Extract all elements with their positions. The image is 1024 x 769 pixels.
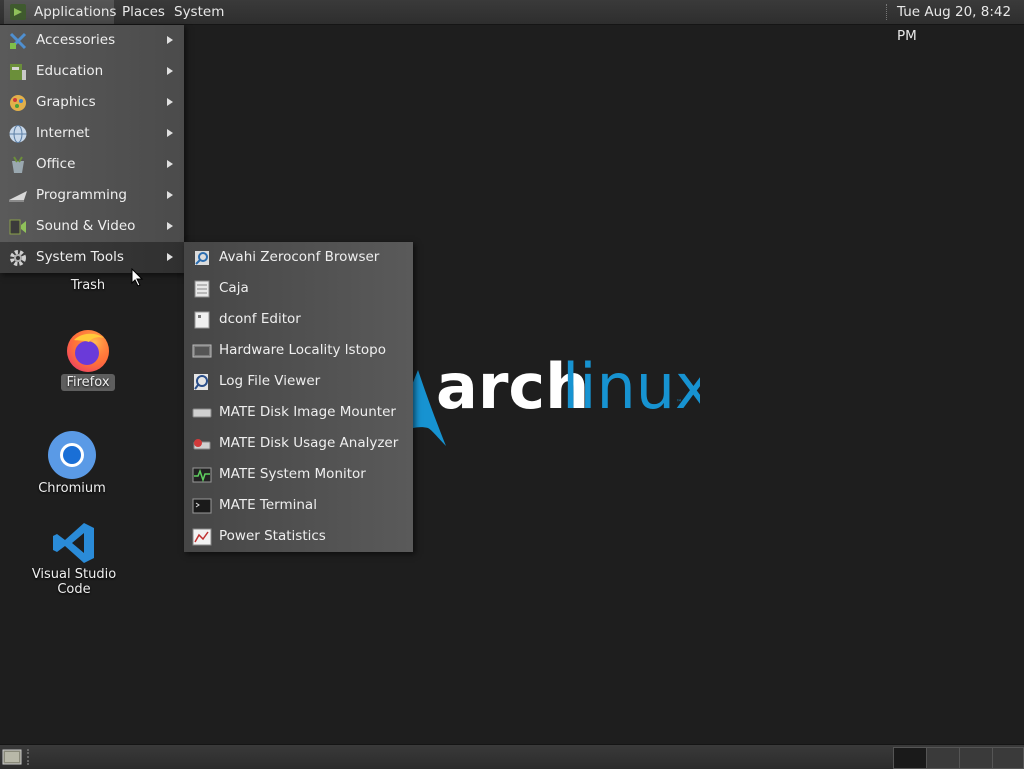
disk-mounter-icon — [192, 408, 212, 418]
menu-item-label: Office — [36, 156, 76, 172]
submenu-item-label: MATE Disk Image Mounter — [219, 404, 396, 420]
log-viewer-icon — [194, 374, 208, 390]
menu-item-sound-video[interactable]: Sound & Video — [0, 211, 184, 242]
panel-drag-handle[interactable] — [27, 749, 33, 765]
terminal-icon — [192, 498, 212, 514]
workspace-1[interactable] — [893, 747, 927, 769]
workspace-4[interactable] — [992, 747, 1024, 769]
submenu-item-label: dconf Editor — [219, 311, 301, 327]
submenu-arrow-icon — [167, 98, 173, 106]
panel-separator — [886, 4, 889, 20]
chromium-icon — [48, 431, 96, 479]
desktop-icon-firefox[interactable]: Firefox — [52, 326, 124, 391]
menu-item-accessories[interactable]: Accessories — [0, 25, 184, 56]
menu-item-label: Internet — [36, 125, 90, 141]
arch-linux-wallpaper-logo: arch linux ™ — [388, 350, 700, 446]
submenu-item-disk-mounter[interactable]: MATE Disk Image Mounter — [184, 397, 413, 428]
dconf-icon — [194, 311, 210, 329]
submenu-item-label: MATE System Monitor — [219, 466, 366, 482]
menu-item-label: System Tools — [36, 249, 124, 265]
submenu-item-hwloc[interactable]: Hardware Locality lstopo — [184, 335, 413, 366]
internet-icon — [9, 125, 27, 143]
wallpaper-linux-text: linux — [562, 350, 700, 423]
applications-menu: Accessories Education Graphics Internet … — [0, 25, 184, 273]
hardware-icon — [192, 344, 212, 358]
submenu-item-log-viewer[interactable]: Log File Viewer — [184, 366, 413, 397]
submenu-item-label: Avahi Zeroconf Browser — [219, 249, 380, 265]
workspace-2[interactable] — [926, 747, 960, 769]
desktop-icon-label: Chromium — [38, 481, 106, 496]
submenu-item-label: Log File Viewer — [219, 373, 321, 389]
menu-item-internet[interactable]: Internet — [0, 118, 184, 149]
office-icon — [12, 156, 24, 173]
firefox-icon — [67, 330, 109, 372]
submenu-arrow-icon — [167, 191, 173, 199]
submenu-item-label: MATE Terminal — [219, 497, 317, 513]
submenu-arrow-icon — [167, 160, 173, 168]
desktop-icon-chromium[interactable]: Chromium — [30, 430, 114, 497]
menu-item-system-tools[interactable]: System Tools — [0, 242, 184, 273]
programming-icon — [9, 191, 27, 202]
graphics-icon — [10, 95, 26, 111]
menu-item-label: Education — [36, 63, 104, 79]
applications-label: Applications — [34, 4, 117, 20]
desktop-icon-label: Visual Studio Code — [31, 567, 117, 597]
system-monitor-icon — [192, 467, 212, 483]
submenu-item-terminal[interactable]: MATE Terminal — [184, 490, 413, 521]
desktop-icon-vscode[interactable]: Visual Studio Code — [10, 520, 138, 598]
system-menu-button[interactable]: System — [174, 0, 224, 24]
menu-item-education[interactable]: Education — [0, 56, 184, 87]
accessories-icon — [9, 32, 27, 50]
menu-item-label: Sound & Video — [36, 218, 136, 234]
desktop-icon-label: Trash — [70, 278, 106, 293]
clock[interactable]: Tue Aug 20, 8:42 PM — [897, 0, 1024, 44]
menu-item-graphics[interactable]: Graphics — [0, 87, 184, 118]
workspace-3[interactable] — [959, 747, 993, 769]
menu-item-office[interactable]: Office — [0, 149, 184, 180]
submenu-arrow-icon — [167, 222, 173, 230]
submenu-item-system-monitor[interactable]: MATE System Monitor — [184, 459, 413, 490]
submenu-item-label: MATE Disk Usage Analyzer — [219, 435, 399, 451]
submenu-arrow-icon — [167, 36, 173, 44]
desktop-icon-label: Firefox — [61, 374, 115, 391]
submenu-item-label: Hardware Locality lstopo — [219, 342, 386, 358]
show-desktop-icon[interactable] — [2, 748, 22, 766]
disk-usage-icon — [193, 439, 211, 450]
submenu-item-power-stats[interactable]: Power Statistics — [184, 521, 413, 552]
menu-item-label: Accessories — [36, 32, 116, 48]
education-icon — [10, 64, 26, 80]
system-tools-icon — [10, 250, 26, 266]
submenu-item-disk-usage[interactable]: MATE Disk Usage Analyzer — [184, 428, 413, 459]
caja-icon — [194, 280, 210, 298]
menu-item-label: Programming — [36, 187, 127, 203]
menu-item-label: Graphics — [36, 94, 96, 110]
places-menu-button[interactable]: Places — [122, 0, 165, 24]
submenu-item-avahi[interactable]: Avahi Zeroconf Browser — [184, 242, 413, 273]
mouse-pointer-icon — [131, 268, 144, 287]
bottom-panel — [0, 744, 1024, 769]
submenu-item-dconf[interactable]: dconf Editor — [184, 304, 413, 335]
sound-video-icon — [9, 219, 26, 235]
desktop-icon-trash[interactable]: Trash — [52, 277, 124, 294]
submenu-arrow-icon — [167, 129, 173, 137]
power-stats-icon — [192, 528, 212, 546]
mate-logo-icon — [10, 4, 26, 20]
submenu-arrow-icon — [167, 253, 173, 261]
submenu-item-caja[interactable]: Caja — [184, 273, 413, 304]
avahi-icon — [195, 251, 209, 265]
applications-menu-button[interactable]: Applications — [4, 0, 117, 24]
menu-item-programming[interactable]: Programming — [0, 180, 184, 211]
system-tools-submenu: Avahi Zeroconf Browser Caja dconf Editor… — [184, 242, 413, 552]
vscode-icon — [53, 523, 94, 563]
top-panel: Applications Places System Tue Aug 20, 8… — [0, 0, 1024, 44]
submenu-item-label: Caja — [219, 280, 249, 296]
submenu-arrow-icon — [167, 67, 173, 75]
wallpaper-tm-text: ™ — [676, 399, 682, 406]
submenu-item-label: Power Statistics — [219, 528, 326, 544]
